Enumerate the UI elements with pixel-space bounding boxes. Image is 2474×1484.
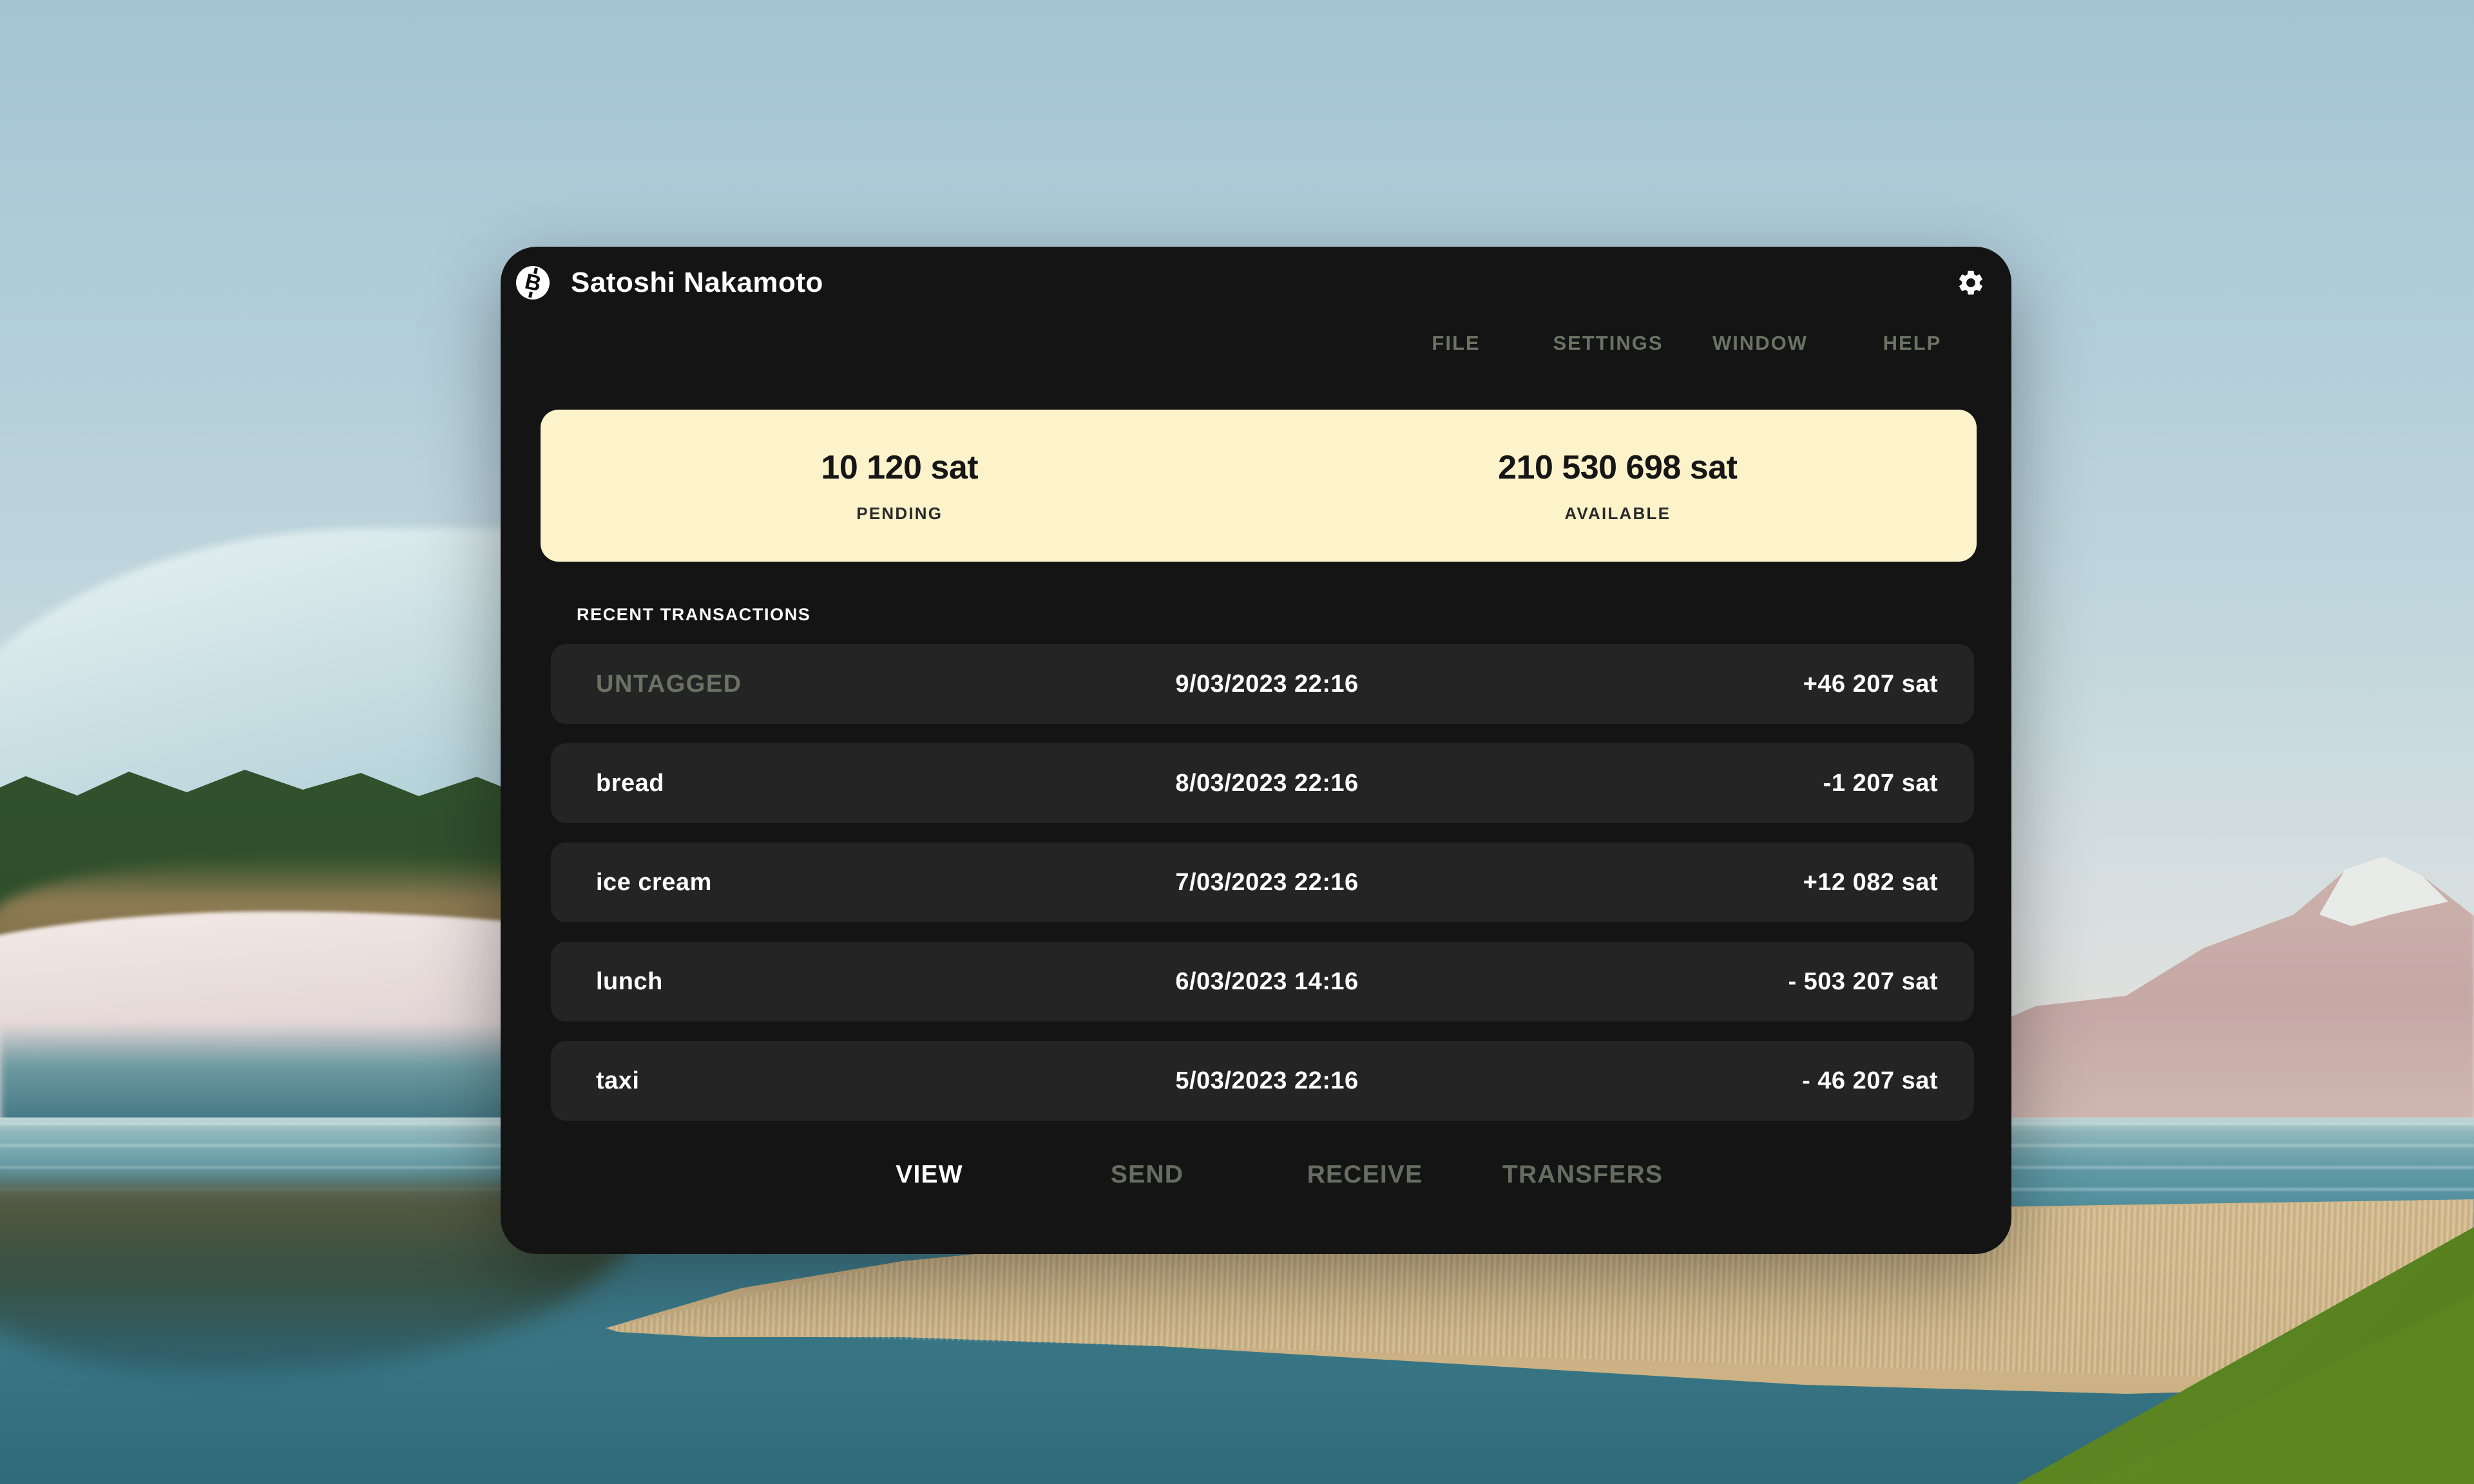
transaction-tag: taxi [596, 1067, 639, 1095]
menu-bar: FILE SETTINGS WINDOW HELP [501, 333, 2011, 353]
transaction-amount: -1 207 sat [1823, 770, 1938, 797]
transaction-tag: bread [596, 770, 664, 797]
balance-card: 10 120 sat PENDING 210 530 698 sat AVAIL… [541, 410, 1977, 562]
nav-item-receive[interactable]: RECEIVE [1256, 1161, 1474, 1189]
bitcoin-b-glyph: B [523, 271, 543, 296]
menu-item-settings[interactable]: SETTINGS [1532, 333, 1684, 353]
available-label: AVAILABLE [1564, 504, 1671, 524]
transactions-heading: RECENT TRANSACTIONS [577, 604, 2011, 625]
nav-item-transfers[interactable]: TRANSFERS [1474, 1161, 1692, 1189]
available-value: 210 530 698 sat [1498, 448, 1737, 487]
available-balance: 210 530 698 sat AVAILABLE [1259, 410, 1977, 562]
nav-item-view[interactable]: VIEW [821, 1161, 1039, 1189]
transaction-date: 9/03/2023 22:16 [1175, 671, 1358, 698]
pending-value: 10 120 sat [821, 448, 978, 487]
transaction-row[interactable]: taxi 5/03/2023 22:16 - 46 207 sat [551, 1041, 1974, 1121]
transactions-list: UNTAGGED 9/03/2023 22:16 +46 207 sat bre… [551, 644, 1974, 1121]
menu-item-help[interactable]: HELP [1836, 333, 1988, 353]
menu-item-file[interactable]: FILE [1380, 333, 1532, 353]
pending-balance: 10 120 sat PENDING [541, 410, 1259, 562]
transaction-tag: ice cream [596, 869, 712, 897]
titlebar: B Satoshi Nakamoto [501, 247, 2011, 300]
transaction-row[interactable]: bread 8/03/2023 22:16 -1 207 sat [551, 743, 1974, 823]
bottom-nav: VIEW SEND RECEIVE TRANSFERS [501, 1161, 2011, 1189]
transaction-amount: - 46 207 sat [1802, 1067, 1938, 1095]
nav-item-send[interactable]: SEND [1039, 1161, 1256, 1189]
pending-label: PENDING [856, 504, 943, 524]
transaction-tag: lunch [596, 968, 663, 996]
transaction-row[interactable]: UNTAGGED 9/03/2023 22:16 +46 207 sat [551, 644, 1974, 724]
wallet-title: Satoshi Nakamoto [571, 267, 823, 299]
transaction-date: 7/03/2023 22:16 [1175, 869, 1358, 897]
transaction-date: 8/03/2023 22:16 [1175, 770, 1358, 797]
transaction-date: 5/03/2023 22:16 [1175, 1067, 1358, 1095]
transaction-date: 6/03/2023 14:16 [1175, 968, 1358, 996]
transaction-tag: UNTAGGED [596, 671, 742, 698]
transaction-amount: +12 082 sat [1803, 869, 1938, 897]
bitcoin-tick-bottom [528, 292, 533, 298]
transaction-amount: +46 207 sat [1803, 671, 1938, 698]
menu-item-window[interactable]: WINDOW [1684, 333, 1836, 353]
gear-icon[interactable] [1956, 268, 1986, 298]
wallet-window: B Satoshi Nakamoto FILE SETTINGS WINDOW … [501, 247, 2011, 1254]
bitcoin-icon: B [516, 266, 550, 300]
transaction-amount: - 503 207 sat [1788, 968, 1938, 996]
transaction-row[interactable]: ice cream 7/03/2023 22:16 +12 082 sat [551, 842, 1974, 922]
transaction-row[interactable]: lunch 6/03/2023 14:16 - 503 207 sat [551, 942, 1974, 1022]
